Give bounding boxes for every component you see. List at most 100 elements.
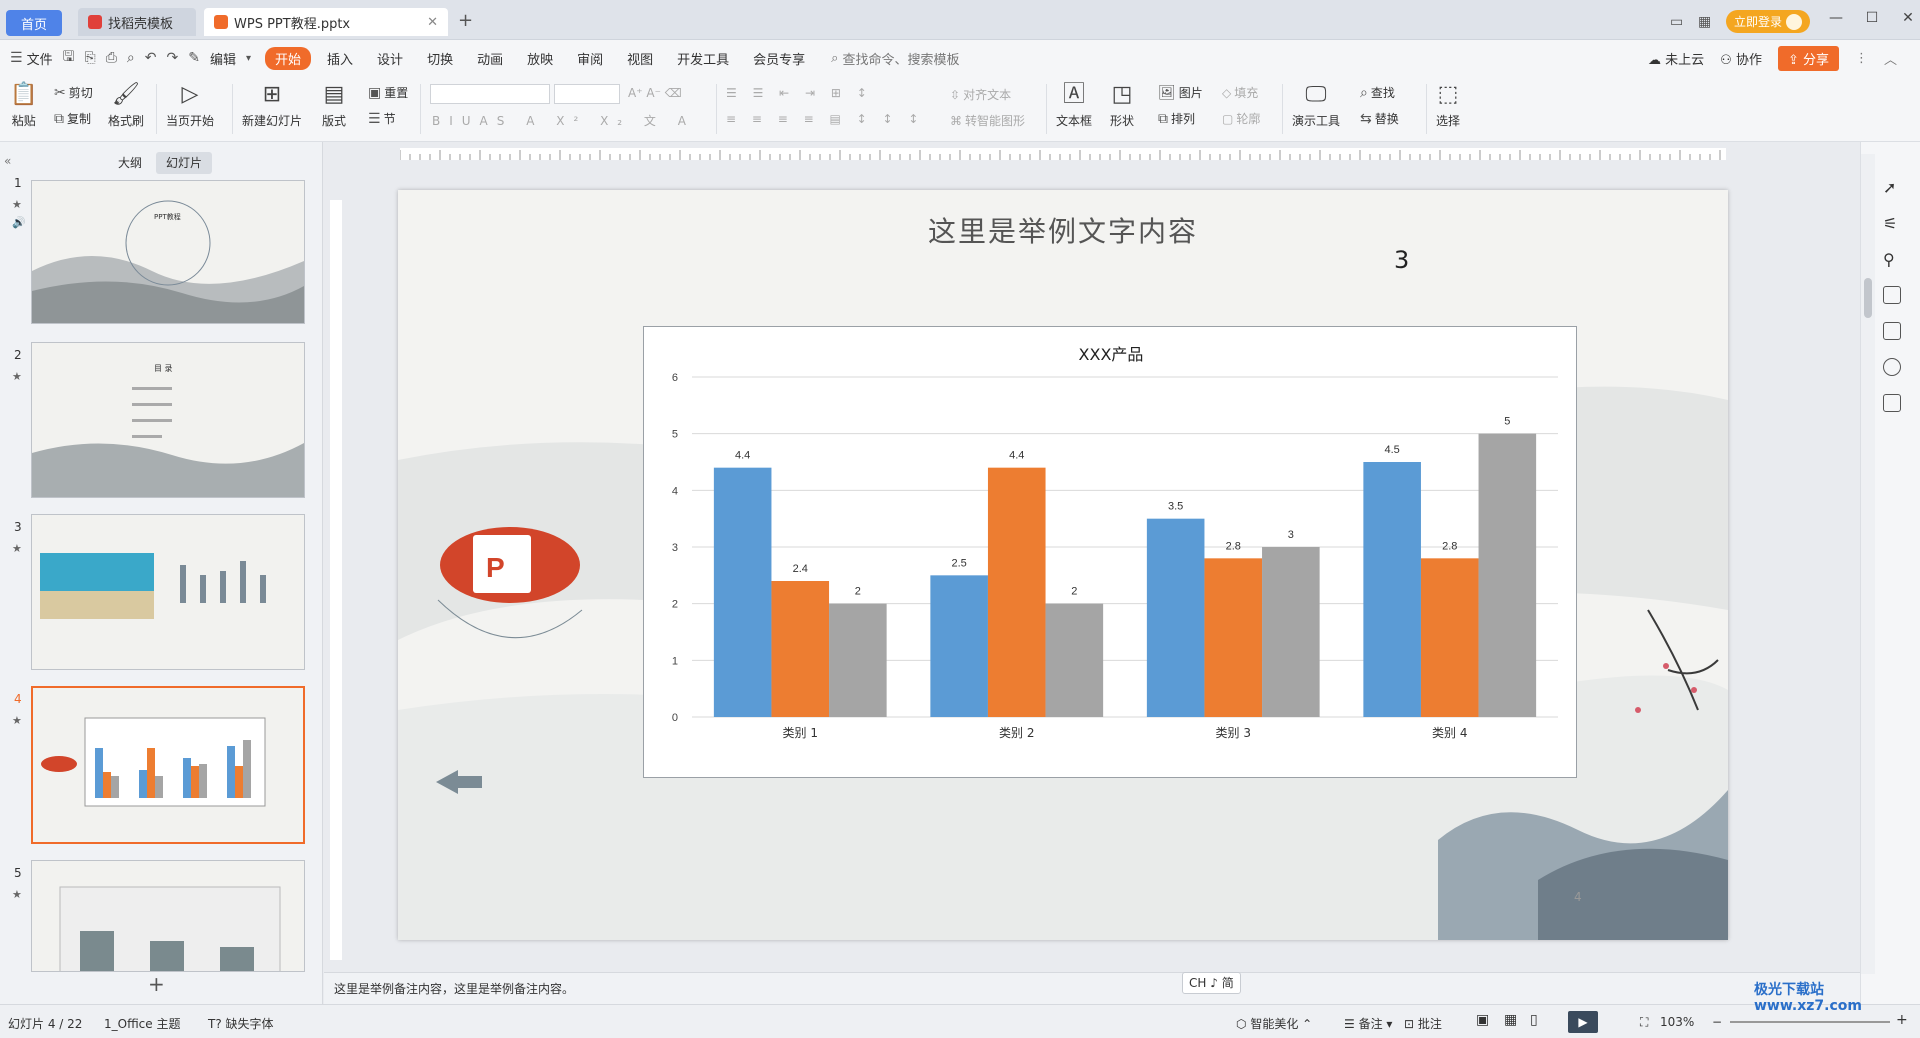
pin-icon[interactable]: ⚲: [1883, 250, 1901, 269]
play-slideshow-button[interactable]: ▶: [1568, 1011, 1598, 1033]
collab-button[interactable]: ⚇ 协作: [1720, 49, 1762, 68]
format-icon[interactable]: ✎: [188, 50, 200, 66]
collapse-ribbon-icon[interactable]: ︿: [1884, 49, 1897, 68]
find-button[interactable]: ⌕ 查找: [1360, 84, 1395, 101]
slide-thumbnail-2[interactable]: 目 录: [31, 342, 305, 498]
login-button[interactable]: 立即登录: [1726, 10, 1811, 33]
font-size-select[interactable]: [554, 84, 620, 104]
location-icon[interactable]: [1883, 358, 1901, 376]
maximize-icon[interactable]: ☐: [1854, 6, 1890, 30]
align-text-button[interactable]: ⇳ 对齐文本: [950, 86, 1011, 103]
font-family-select[interactable]: [430, 84, 550, 104]
smartart-button[interactable]: ⌘ 转智能图形: [950, 112, 1025, 129]
slide-title[interactable]: 这里是举例文字内容: [398, 210, 1728, 250]
slide-thumbnail-4[interactable]: [31, 686, 305, 844]
notes-pane[interactable]: 这里是举例备注内容，这里是举例备注内容。: [324, 972, 1860, 1004]
zoom-level[interactable]: 103%: [1660, 1015, 1694, 1029]
ime-indicator[interactable]: CH ♪ 简: [1182, 972, 1241, 994]
file-menu[interactable]: 文件: [27, 49, 53, 68]
cut-button[interactable]: ✂ 剪切: [54, 84, 93, 101]
cloud-status[interactable]: ☁ 未上云: [1648, 49, 1704, 68]
collapse-panel-icon[interactable]: «: [4, 154, 11, 168]
redo-icon[interactable]: ↷: [167, 50, 179, 66]
canvas-scrollbar[interactable]: [1861, 154, 1875, 974]
edit-menu[interactable]: 编辑: [210, 49, 236, 68]
slide-thumbnail-5[interactable]: [31, 860, 305, 972]
save-icon[interactable]: 🖫: [63, 46, 75, 70]
tab-view[interactable]: 视图: [615, 49, 665, 68]
slide-number-label[interactable]: 3: [1394, 246, 1409, 274]
fill-button[interactable]: ◇ 填充: [1222, 84, 1258, 101]
select-button[interactable]: ⬚ 选择: [1436, 78, 1460, 129]
fit-icon[interactable]: ⛶: [1640, 1015, 1648, 1030]
image-icon[interactable]: [1883, 322, 1901, 340]
scrollbar-thumb[interactable]: [1864, 278, 1872, 318]
close-window-icon[interactable]: ✕: [1890, 6, 1920, 30]
align-buttons[interactable]: ≡ ≡ ≡ ≡ ▤ ↕ ↕ ↕: [726, 112, 924, 126]
tab-member[interactable]: 会员专享: [741, 49, 817, 68]
reset-button[interactable]: ▣ 重置: [368, 84, 408, 101]
theme-name[interactable]: 1_Office 主题: [104, 1015, 180, 1032]
export-icon[interactable]: ⎘: [85, 50, 96, 66]
grid-view-icon[interactable]: ▦: [1504, 1012, 1517, 1028]
chevron-down-icon[interactable]: ▾: [246, 53, 251, 64]
zoom-slider[interactable]: [1730, 1021, 1890, 1023]
chart[interactable]: XXX产品 0 1 2 3 4 5 6 4.4 2.4 2 类别 1 2.5 4.4 2 类别 2 3.5 2.…: [643, 326, 1577, 778]
arrange-button[interactable]: ⧉ 排列: [1158, 110, 1195, 127]
minimize-icon[interactable]: —: [1818, 6, 1854, 30]
textbox-button[interactable]: 🄰 文本框: [1056, 78, 1092, 129]
paste-button[interactable]: 📋 粘贴: [10, 78, 37, 129]
tab-developer[interactable]: 开发工具: [665, 49, 741, 68]
zoom-out-icon[interactable]: −: [1712, 1015, 1722, 1029]
picture-button[interactable]: 🖼 图片: [1158, 84, 1203, 101]
copy-button[interactable]: ⧉ 复制: [54, 110, 91, 127]
tab-design[interactable]: 设计: [365, 49, 415, 68]
more-icon[interactable]: ⋮: [1855, 51, 1868, 66]
comment-icon[interactable]: [1883, 286, 1901, 304]
preview-icon[interactable]: ⌕: [127, 50, 135, 66]
command-search[interactable]: 查找命令、搜索模板: [842, 49, 959, 68]
text-format-buttons[interactable]: BIUAS A X² X₂ 文 A: [432, 112, 695, 129]
zoom-in-icon[interactable]: +: [1896, 1012, 1908, 1028]
present-tools-button[interactable]: 🖵 演示工具: [1292, 78, 1340, 129]
reading-view-icon[interactable]: ▯: [1530, 1012, 1538, 1028]
outline-button[interactable]: ▢ 轮廓: [1222, 110, 1260, 127]
undo-icon[interactable]: ↶: [145, 50, 157, 66]
comments-toggle[interactable]: ⊡ 批注: [1404, 1015, 1442, 1032]
rocket-icon[interactable]: ➚: [1883, 178, 1901, 197]
tab-template[interactable]: 找稻壳模板: [78, 8, 196, 36]
apps-icon[interactable]: ▦: [1698, 14, 1726, 30]
slide-thumbnail-1[interactable]: PPT教程: [31, 180, 305, 324]
close-tab-icon[interactable]: ✕: [427, 15, 438, 30]
print-icon[interactable]: ⎙: [106, 50, 117, 66]
book-icon[interactable]: [1883, 394, 1901, 412]
play-from-current-button[interactable]: ▷ 当页开始: [166, 78, 214, 129]
tab-animation[interactable]: 动画: [465, 49, 515, 68]
tab-review[interactable]: 审阅: [565, 49, 615, 68]
tab-slideshow[interactable]: 放映: [515, 49, 565, 68]
missing-font-button[interactable]: T? 缺失字体: [208, 1015, 274, 1032]
layout-icon[interactable]: ▭: [1670, 14, 1698, 30]
new-slide-button[interactable]: ⊞ 新建幻灯片: [242, 78, 302, 129]
tab-transition[interactable]: 切换: [415, 49, 465, 68]
share-button[interactable]: ⇪ 分享: [1777, 45, 1840, 71]
format-painter-button[interactable]: 🖌 格式刷: [108, 78, 144, 129]
menu-icon[interactable]: ☰: [10, 50, 23, 66]
tab-insert[interactable]: 插入: [315, 49, 365, 68]
shape-button[interactable]: ◳ 形状: [1110, 78, 1134, 129]
replace-button[interactable]: ⇆ 替换: [1360, 110, 1399, 127]
tab-slides[interactable]: 幻灯片: [156, 152, 213, 174]
notes-toggle[interactable]: ☰ 备注 ▾: [1344, 1015, 1392, 1032]
font-size-buttons[interactable]: A⁺ A⁻ ⌫: [628, 86, 682, 100]
section-button[interactable]: ☰ 节: [368, 110, 396, 127]
slide-thumbnail-3[interactable]: [31, 514, 305, 670]
add-slide-button[interactable]: +: [148, 972, 165, 996]
tab-outline[interactable]: 大纲: [108, 152, 152, 174]
list-buttons[interactable]: ☰ ☰ ⇤ ⇥ ⊞ ↕: [726, 86, 873, 100]
tab-document[interactable]: WPS PPT教程.pptx ✕: [204, 8, 448, 36]
normal-view-icon[interactable]: ▣: [1476, 1012, 1489, 1028]
layout-button[interactable]: ▤ 版式: [322, 78, 346, 129]
sliders-icon[interactable]: ⚟: [1883, 214, 1901, 233]
tab-home[interactable]: 首页: [6, 10, 62, 36]
new-tab-icon[interactable]: +: [458, 10, 473, 31]
